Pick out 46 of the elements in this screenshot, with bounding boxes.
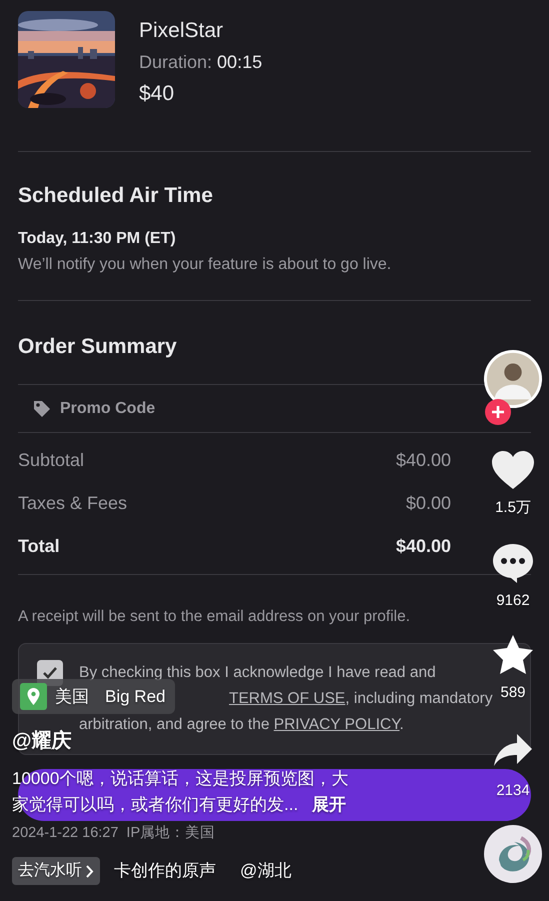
author-name[interactable]: @耀庆 [12,726,72,756]
consent-text: arbitration, and agree to the [79,716,270,732]
duration-label: Duration: [139,52,212,72]
section-title: Scheduled Air Time [18,183,214,209]
notice-text: We’ll notify you when your feature is about to go live. [18,254,392,274]
comment-count: 9162 [496,592,530,609]
music-button[interactable]: 去汽水听 [12,857,100,885]
summary-amount: $0.00 [406,492,451,514]
location-country: 美国 [55,686,89,708]
like-count: 1.5万 [495,499,531,516]
privacy-link[interactable]: PRIVACY POLICY [274,716,400,732]
music-disc-icon[interactable] [483,824,543,884]
ip-location: IP属地：美国 [126,824,216,843]
share-count: 2134 [496,782,530,799]
music-author: @湖北 [240,860,292,882]
consent-text: By checking this box I acknowledge I have read and [79,664,436,680]
receipt-note: A receipt will be sent to the email address on your profile. [18,608,410,624]
product-name: PixelStar [139,18,224,44]
expand-link[interactable]: 展开 [312,795,346,814]
post-date: 2024-1-22 16:27 [12,824,118,843]
total-label: Total [18,534,60,558]
caption-text: 家觉得可以吗，或者你们有更好的发... [12,795,298,814]
duration-value: 00:15 [216,52,262,72]
consent-text: . [400,716,404,732]
star-icon[interactable] [492,634,534,674]
terms-link[interactable]: TERMS OF USE [229,690,346,706]
heart-icon[interactable] [491,450,535,490]
promo-code-button[interactable]: Promo Code [60,396,156,420]
comment-icon[interactable] [491,542,535,584]
chevron-right-icon [86,864,94,878]
location-name: Big Red [105,686,166,708]
summary-amount: $40.00 [396,448,451,472]
section-title: Order Summary [18,334,178,360]
summary-label: Subtotal [18,448,84,472]
total-amount: $40.00 [396,534,451,558]
consent-text: , including mandatory [345,690,493,706]
tag-icon [32,398,52,418]
price: $40 [139,80,176,106]
scheduled-time: Today, 11:30 PM (ET) [18,228,177,248]
summary-label: Taxes & Fees [18,492,128,514]
follow-plus-icon[interactable] [484,398,512,426]
share-icon[interactable] [493,733,533,767]
music-title: 卡创作的原声 [114,860,216,882]
favorite-count: 589 [500,684,526,701]
avatar[interactable] [483,348,543,410]
location-pin-icon [20,683,47,710]
